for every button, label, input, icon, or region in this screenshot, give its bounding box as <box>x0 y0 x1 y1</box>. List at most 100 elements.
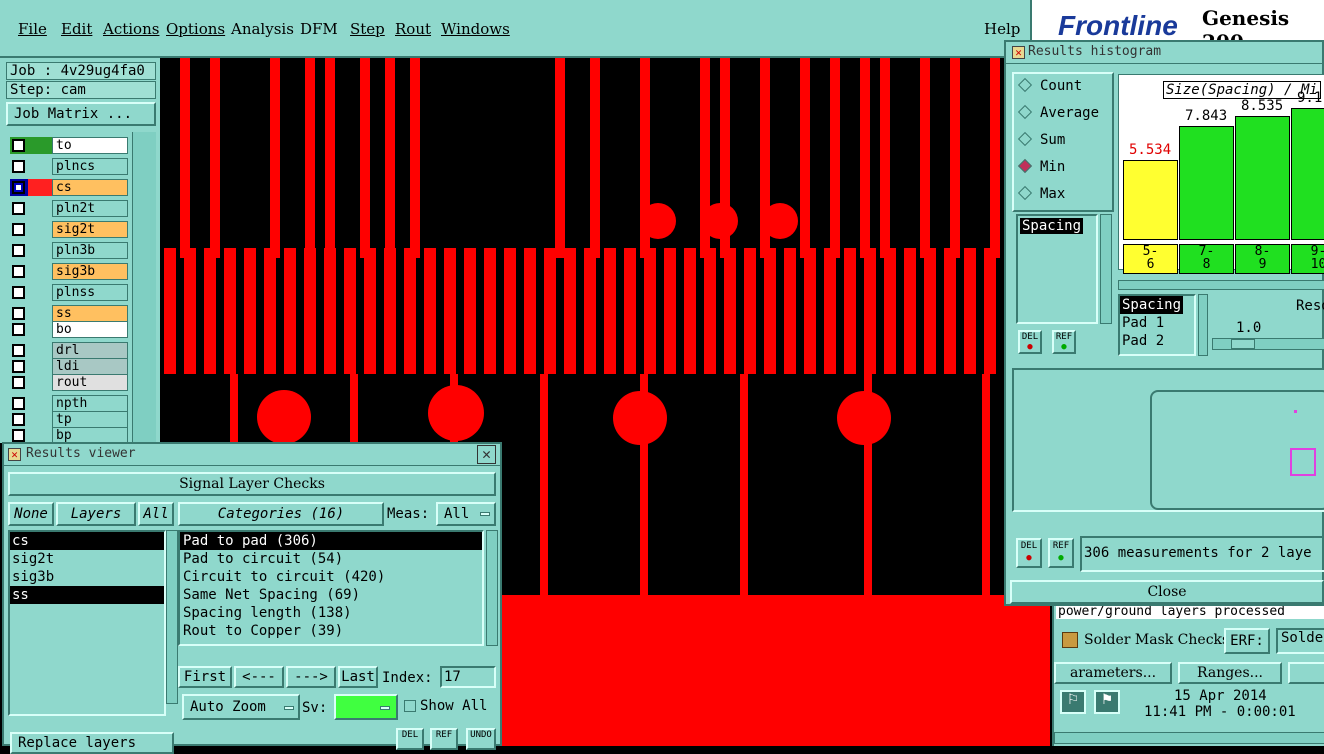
layer-checkbox[interactable] <box>12 397 25 410</box>
layer-row-plncs[interactable]: plncs <box>10 158 128 175</box>
layer-row-pln2t[interactable]: pln2t <box>10 200 128 217</box>
window-menu-icon[interactable]: ✕ <box>1012 46 1025 59</box>
auto-zoom-dropdown[interactable]: Auto Zoom <box>182 694 300 720</box>
categories-button[interactable]: Categories (16) <box>178 502 384 526</box>
layer-row-bp[interactable]: bp <box>10 427 128 442</box>
histogram-bar[interactable] <box>1123 159 1178 240</box>
preview-area[interactable] <box>1012 368 1324 512</box>
layer-name[interactable]: to <box>52 137 128 154</box>
layer-row-drl[interactable]: drl <box>10 342 128 359</box>
mode-radio-max[interactable]: Max <box>1017 185 1065 202</box>
layer-row-to[interactable]: to <box>10 137 128 154</box>
layer-checkbox[interactable] <box>12 307 25 320</box>
next-button[interactable]: ---> <box>286 666 336 688</box>
stop-icon[interactable]: ⚑ <box>1094 690 1120 714</box>
attr-scrollbar[interactable] <box>1198 294 1208 356</box>
field-item-spacing[interactable]: Spacing <box>1020 218 1084 234</box>
layer-name[interactable]: npth <box>52 395 128 412</box>
menu-item-options[interactable]: Options <box>166 20 225 38</box>
layer-checkbox[interactable] <box>12 360 25 373</box>
layer-color-swatch[interactable] <box>28 411 52 428</box>
mode-radio-average[interactable]: Average <box>1017 104 1099 121</box>
layer-name[interactable]: ldi <box>52 358 128 375</box>
layer-name[interactable]: tp <box>52 411 128 428</box>
all-button[interactable]: All <box>138 502 174 526</box>
erf-button[interactable]: ERF: <box>1224 628 1270 654</box>
run-icon[interactable]: ⚐ <box>1060 690 1086 714</box>
ref-button[interactable]: REF ● <box>1052 330 1076 354</box>
category-item[interactable]: Pad to pad (306) <box>180 532 482 550</box>
category-item[interactable]: Spacing length (138) <box>180 604 482 622</box>
attr-list[interactable]: Spacing Pad 1 Pad 2 <box>1118 294 1196 356</box>
histogram-bar[interactable] <box>1179 126 1234 240</box>
chart-scrollbar[interactable] <box>1118 280 1324 290</box>
layer-color-swatch[interactable] <box>28 342 52 359</box>
last-button[interactable]: Last <box>338 666 378 688</box>
layer-checkbox[interactable] <box>12 286 25 299</box>
none-button[interactable]: None <box>8 502 54 526</box>
layer-name[interactable]: bp <box>52 427 128 442</box>
layer-row-cs[interactable]: cs <box>10 179 128 196</box>
close-icon[interactable]: ✕ <box>477 445 496 464</box>
layer-color-swatch[interactable] <box>28 358 52 375</box>
category-item[interactable]: Pad to circuit (54) <box>180 550 482 568</box>
histogram-bar[interactable] <box>1291 108 1324 240</box>
histogram-chart[interactable]: Size(Spacing) / Mi 5.534 5- 6 7.843 7- 8 8.5… <box>1118 74 1324 274</box>
layer-color-swatch[interactable] <box>28 158 52 175</box>
layer-name[interactable]: pln3b <box>52 242 128 259</box>
help-menu[interactable]: Help <box>984 20 1020 38</box>
layer-name[interactable]: cs <box>52 179 128 196</box>
layer-checkbox[interactable] <box>12 160 25 173</box>
ref-button[interactable]: REF <box>430 728 458 750</box>
layer-row-tp[interactable]: tp <box>10 411 128 428</box>
erf-field[interactable]: Solde <box>1276 628 1324 654</box>
layer-name[interactable]: pln2t <box>52 200 128 217</box>
attr-item[interactable]: Pad 1 <box>1120 314 1194 332</box>
layer-row-ss[interactable]: ss <box>10 305 128 322</box>
layer-checkbox[interactable] <box>12 244 25 257</box>
mode-radio-min[interactable]: Min <box>1017 158 1065 175</box>
menu-item-dfm[interactable]: DFM <box>300 20 338 38</box>
layer-row-sig2t[interactable]: sig2t <box>10 221 128 238</box>
layer-color-swatch[interactable] <box>28 221 52 238</box>
layer-color-swatch[interactable] <box>28 395 52 412</box>
layer-row-npth[interactable]: npth <box>10 395 128 412</box>
layer-color-swatch[interactable] <box>28 200 52 217</box>
layer-color-swatch[interactable] <box>28 284 52 301</box>
layer-results-list[interactable]: cs sig2t sig3b ss <box>8 530 166 716</box>
window-menu-icon[interactable]: ✕ <box>8 448 21 461</box>
layer-name[interactable]: rout <box>52 374 128 391</box>
show-all-checkbox[interactable] <box>404 700 416 712</box>
first-button[interactable]: First <box>178 666 232 688</box>
layers-button[interactable]: Layers <box>56 502 136 526</box>
index-field[interactable]: 17 <box>440 666 496 688</box>
del-button[interactable]: DEL ● <box>1018 330 1042 354</box>
layer-list-scrollbar[interactable] <box>166 530 178 704</box>
prev-button[interactable]: <--- <box>234 666 284 688</box>
ranges-button[interactable]: Ranges... <box>1178 662 1282 684</box>
layer-row-pln3b[interactable]: pln3b <box>10 242 128 259</box>
layer-name[interactable]: plncs <box>52 158 128 175</box>
category-item[interactable]: Rout to Copper (39) <box>180 622 482 640</box>
del-button[interactable]: DEL <box>396 728 424 750</box>
slider-handle[interactable] <box>1231 339 1255 349</box>
menu-item-windows[interactable]: Windows <box>441 20 510 38</box>
categories-scrollbar[interactable] <box>486 530 498 646</box>
layer-color-swatch[interactable] <box>28 242 52 259</box>
field-list[interactable]: Spacing <box>1016 214 1098 324</box>
histogram-titlebar[interactable]: ✕ Results histogram <box>1006 42 1322 64</box>
layer-row-rout[interactable]: rout <box>10 374 128 391</box>
layer-checkbox[interactable] <box>12 202 25 215</box>
layer-name[interactable]: bo <box>52 321 128 338</box>
bottom-scrollbar[interactable] <box>1054 732 1324 744</box>
histogram-bar[interactable] <box>1235 116 1290 240</box>
sv-color-dropdown[interactable] <box>334 694 398 720</box>
layer-color-swatch[interactable] <box>28 179 52 196</box>
layer-color-swatch[interactable] <box>28 321 52 338</box>
layer-name[interactable]: sig3b <box>52 263 128 280</box>
resolution-slider[interactable] <box>1212 338 1324 350</box>
layer-checkbox[interactable] <box>12 344 25 357</box>
layer-checkbox[interactable] <box>12 323 25 336</box>
layer-row-plnss[interactable]: plnss <box>10 284 128 301</box>
attr-item[interactable]: Spacing <box>1120 296 1184 314</box>
